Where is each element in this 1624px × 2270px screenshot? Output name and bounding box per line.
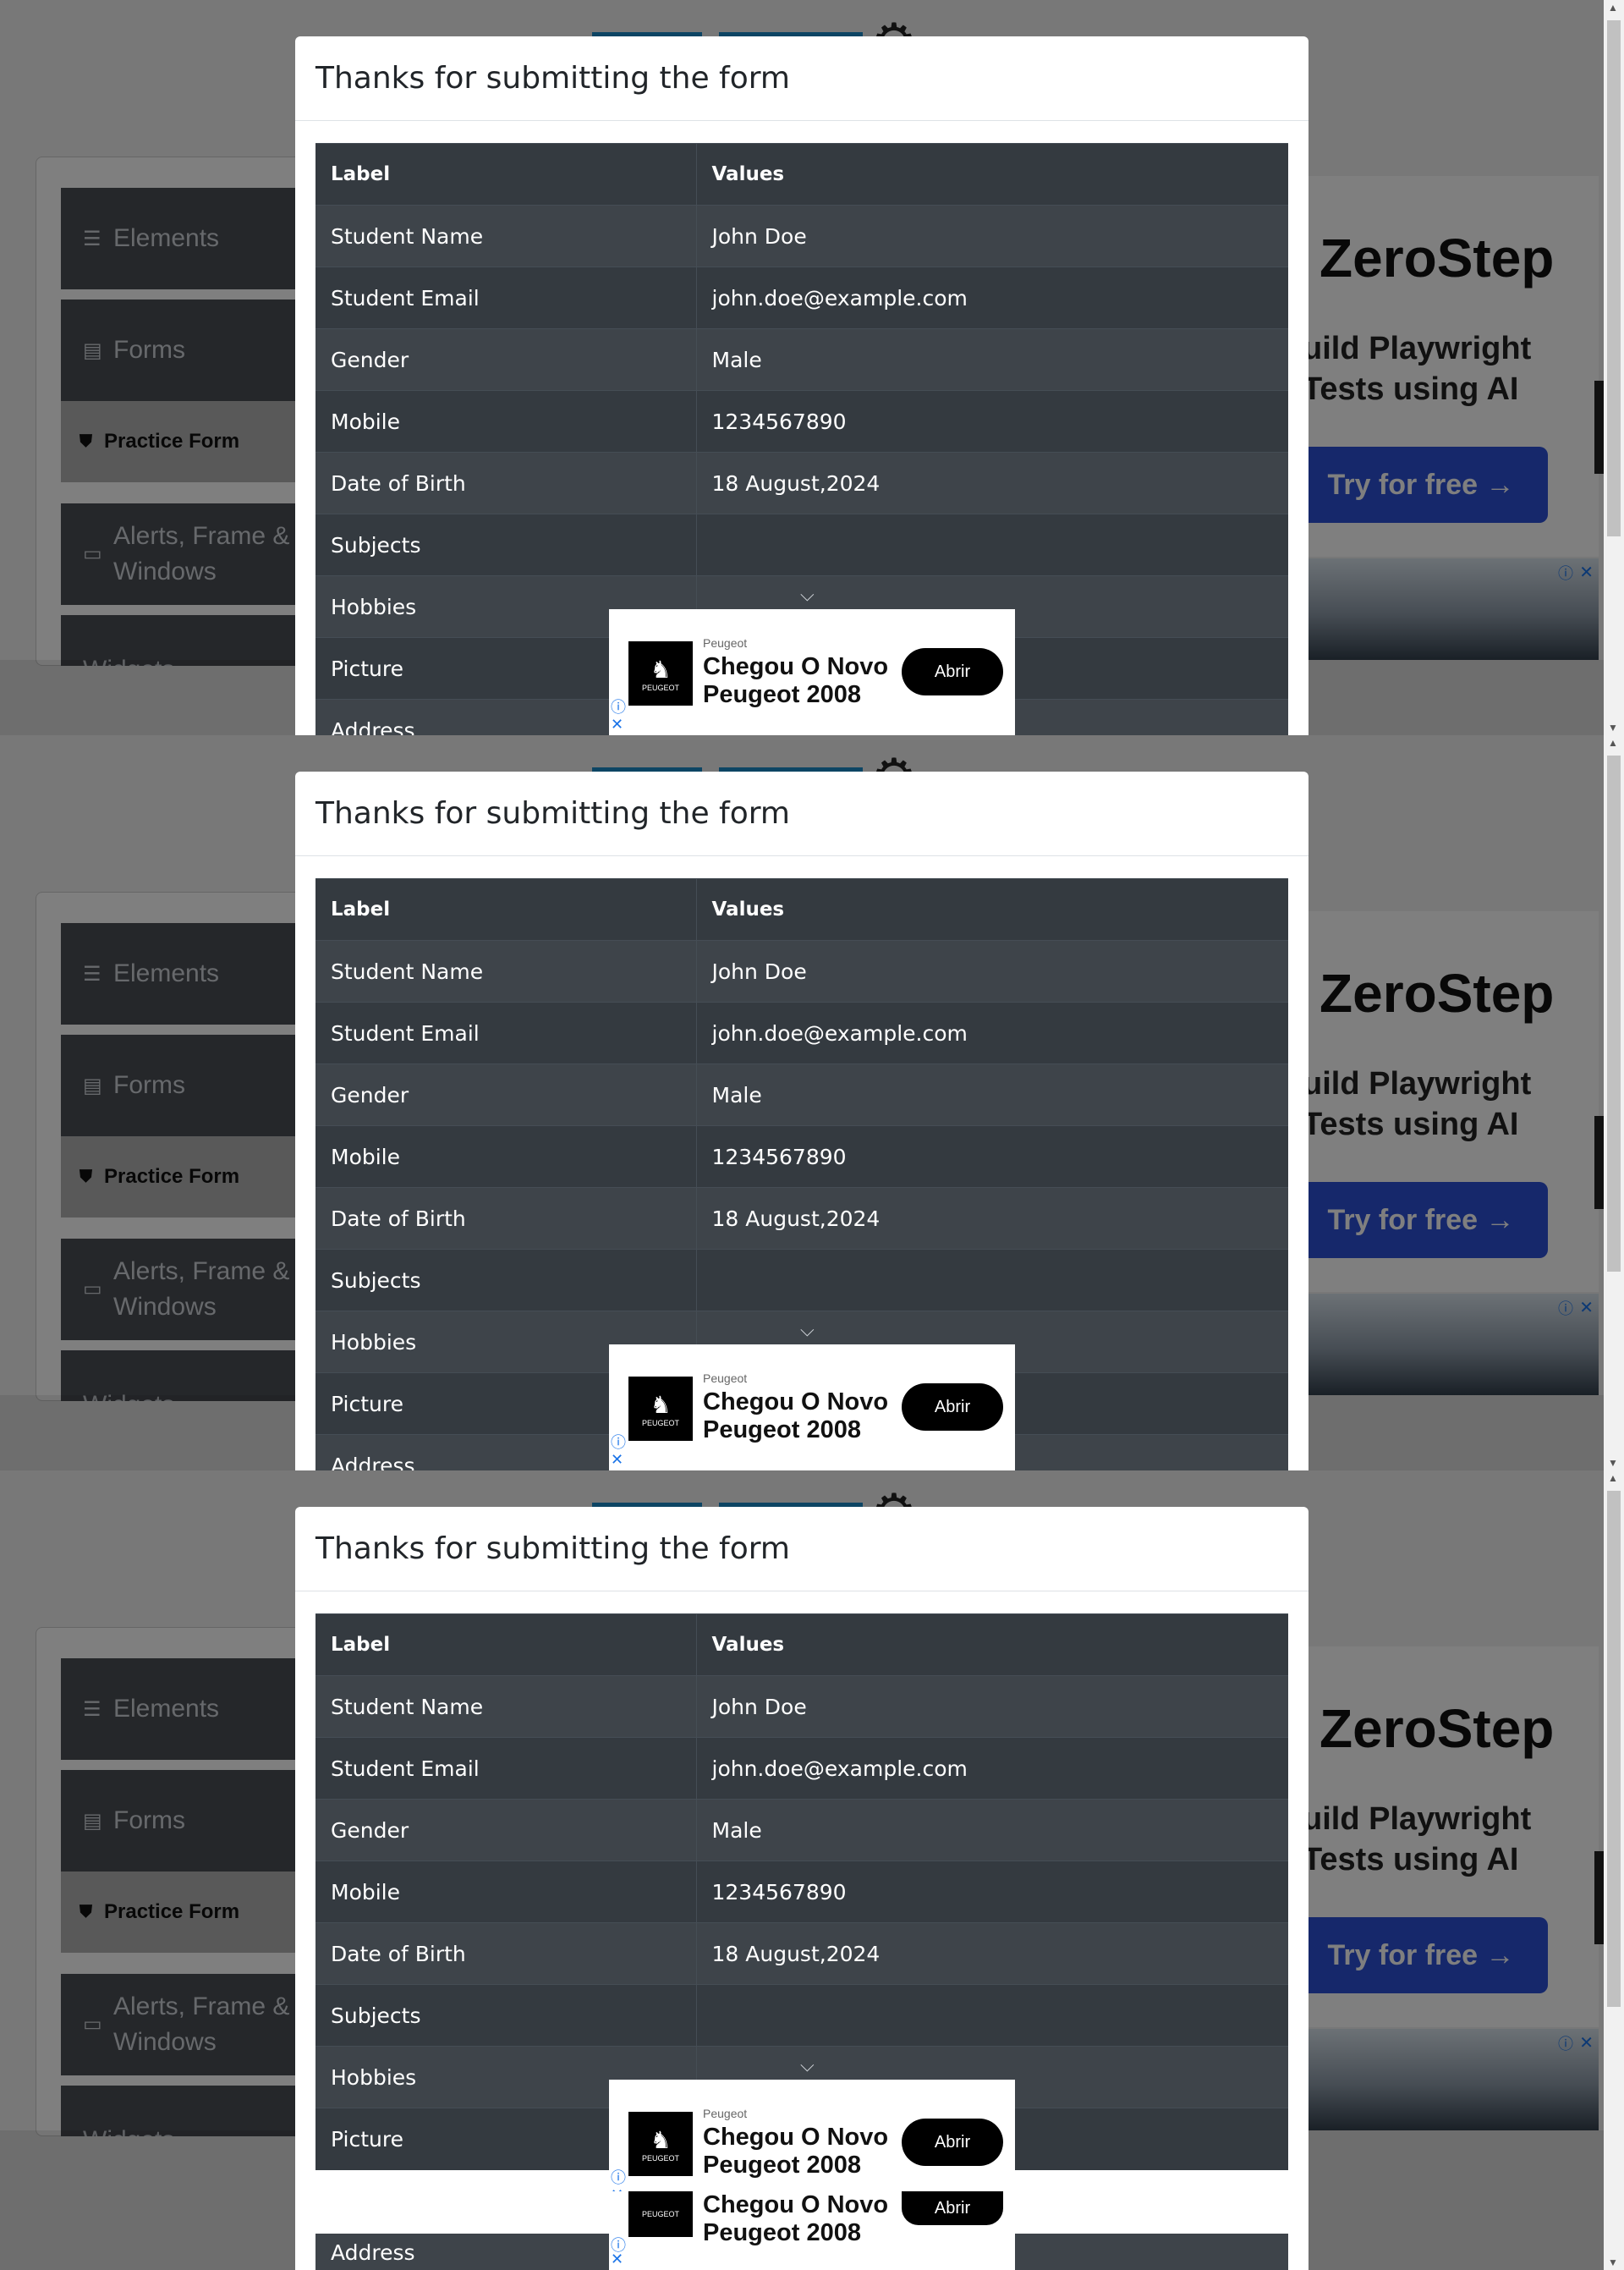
address-label: Address: [331, 2240, 415, 2265]
scroll-down-icon[interactable]: ▼: [1608, 1457, 1618, 1469]
screenshot-frame-1: ⚙ ☰Elements ▤Forms ⛊Practice Form ▭Alert…: [0, 0, 1624, 735]
modal-title: Thanks for submitting the form: [315, 61, 790, 96]
scroll-down-icon[interactable]: ▼: [1608, 722, 1618, 734]
scrollbar-thumb[interactable]: [1607, 20, 1621, 536]
abrir-button[interactable]: Abrir: [902, 648, 1003, 695]
peugeot-ad[interactable]: ♞ PEUGEOT Peugeot Chegou O Novo Peugeot 2…: [609, 1344, 1015, 1470]
table-row: Mobile 1234567890: [315, 1125, 1288, 1188]
table-row: Student Email john.doe@example.com: [315, 1737, 1288, 1800]
chevron-down-icon[interactable]: ⌵: [800, 1319, 815, 1341]
chevron-down-icon[interactable]: ⌵: [800, 2054, 815, 2076]
close-icon[interactable]: ✕: [611, 2251, 623, 2268]
table-row: Subjects: [315, 1249, 1288, 1311]
table-row: Student Name John Doe: [315, 1675, 1288, 1738]
peugeot-logo: ♞ PEUGEOT: [628, 2112, 693, 2176]
column-header-label: Label: [315, 1613, 697, 1676]
info-icon[interactable]: ⓘ: [611, 2166, 626, 2188]
peugeot-ad[interactable]: ♞ PEUGEOT Peugeot Chegou O Novo Peugeot 2…: [609, 2080, 1015, 2206]
info-icon[interactable]: ⓘ: [611, 695, 626, 717]
peugeot-logo: PEUGEOT: [628, 2191, 693, 2237]
close-icon[interactable]: ✕: [611, 1451, 623, 1469]
scrollbar[interactable]: ▲ ▼: [1604, 735, 1624, 1470]
peugeot-ad[interactable]: ♞ PEUGEOT Peugeot Chegou O Novo Peugeot 2…: [609, 609, 1015, 735]
scroll-up-icon[interactable]: ▲: [1608, 737, 1618, 749]
column-header-values: Values: [696, 143, 1288, 206]
table-row: Date of Birth 18 August,2024: [315, 1922, 1288, 1985]
close-icon[interactable]: ✕: [611, 716, 623, 734]
column-header-values: Values: [696, 1613, 1288, 1676]
modal-header: Thanks for submitting the form: [295, 36, 1309, 121]
modal-title: Thanks for submitting the form: [315, 1531, 790, 1566]
table-row: Student Email john.doe@example.com: [315, 267, 1288, 329]
peugeot-ad-duplicate[interactable]: PEUGEOT Chegou O Novo Peugeot 2008 Abrir…: [609, 2191, 1015, 2270]
chevron-down-icon[interactable]: ⌵: [800, 584, 815, 606]
table-row: Gender Male: [315, 1064, 1288, 1126]
table-row: Gender Male: [315, 328, 1288, 391]
abrir-button[interactable]: Abrir: [902, 2191, 1003, 2225]
ad-headline: Chegou O Novo Peugeot 2008: [703, 2124, 889, 2179]
scrollbar-thumb[interactable]: [1607, 1491, 1621, 2007]
scroll-down-icon[interactable]: ▼: [1608, 2256, 1618, 2268]
table-row: Mobile 1234567890: [315, 1861, 1288, 1923]
scroll-up-icon[interactable]: ▲: [1608, 1472, 1618, 1484]
column-header-label: Label: [315, 143, 697, 206]
ad-brand: Peugeot: [703, 1371, 748, 1385]
table-row: Student Email john.doe@example.com: [315, 1002, 1288, 1064]
table-row: Mobile 1234567890: [315, 390, 1288, 453]
scrollbar-thumb[interactable]: [1607, 756, 1621, 1272]
peugeot-logo: ♞ PEUGEOT: [628, 641, 693, 706]
peugeot-logo: ♞ PEUGEOT: [628, 1377, 693, 1441]
ad-headline: Chegou O Novo Peugeot 2008: [703, 653, 889, 708]
table-row: Subjects: [315, 1984, 1288, 2047]
ad-headline: Chegou O Novo Peugeot 2008: [703, 1388, 889, 1443]
table-row: Date of Birth 18 August,2024: [315, 1187, 1288, 1250]
screenshot-frame-3: ⚙ ☰Elements ▤Forms ⛊Practice Form ▭Alert…: [0, 1470, 1624, 2270]
table-row: Gender Male: [315, 1799, 1288, 1861]
table-row: Date of Birth 18 August,2024: [315, 452, 1288, 514]
table-row: Subjects: [315, 514, 1288, 576]
column-header-label: Label: [315, 878, 697, 941]
table-row: Student Name John Doe: [315, 205, 1288, 267]
abrir-button[interactable]: Abrir: [902, 1383, 1003, 1431]
column-header-values: Values: [696, 878, 1288, 941]
address-label-overlap: Address: [331, 2198, 415, 2223]
modal-header: Thanks for submitting the form: [295, 772, 1309, 856]
ad-headline: Chegou O Novo Peugeot 2008: [703, 2191, 889, 2246]
table-row: Student Name John Doe: [315, 940, 1288, 1003]
scrollbar[interactable]: ▲ ▼: [1604, 0, 1624, 735]
modal-title: Thanks for submitting the form: [315, 796, 790, 831]
screenshot-frame-2: ⚙ ☰Elements ▤Forms ⛊Practice Form ▭Alert…: [0, 735, 1624, 1470]
abrir-button[interactable]: Abrir: [902, 2119, 1003, 2166]
ad-brand: Peugeot: [703, 2107, 748, 2120]
modal-header: Thanks for submitting the form: [295, 1507, 1309, 1591]
info-icon[interactable]: ⓘ: [611, 1431, 626, 1453]
scroll-up-icon[interactable]: ▲: [1608, 2, 1618, 14]
ad-brand: Peugeot: [703, 636, 748, 650]
scrollbar[interactable]: ▲ ▼: [1604, 1470, 1624, 2270]
